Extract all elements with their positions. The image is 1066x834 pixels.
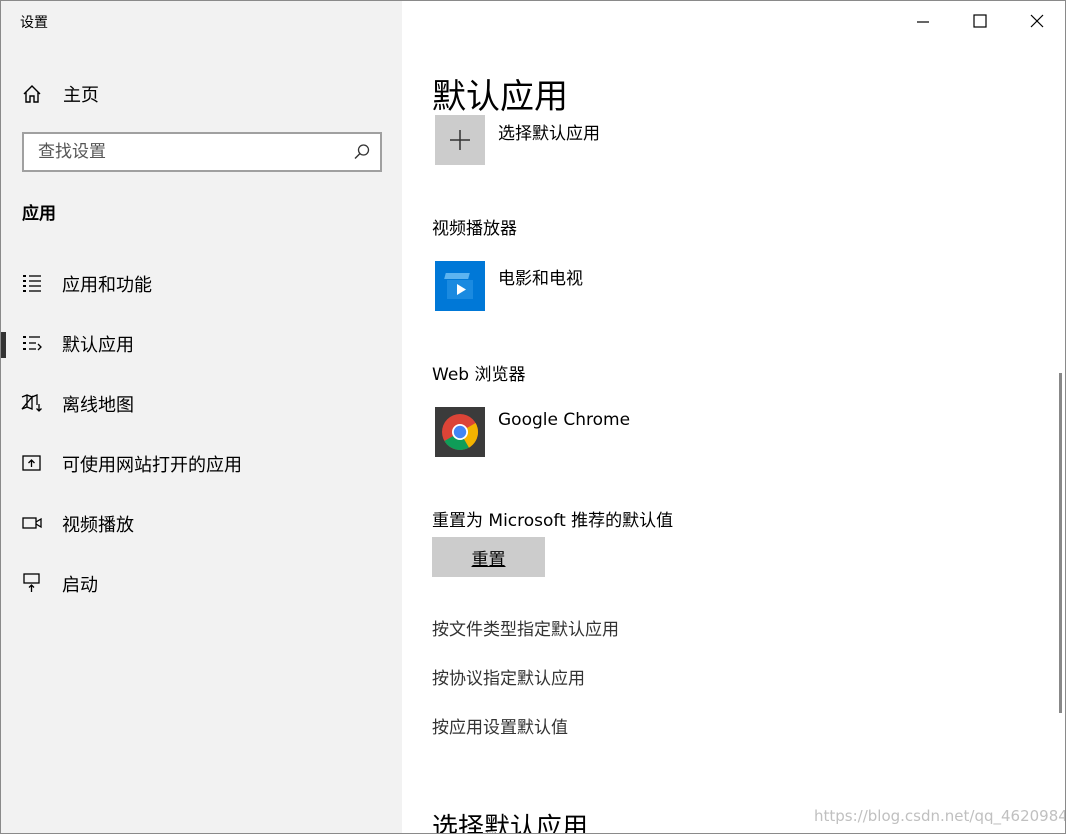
page-title: 默认应用 [432,77,568,117]
choose-default-tile[interactable] [435,115,485,165]
reset-button[interactable]: 重置 [432,537,545,577]
web-browser-app-name[interactable]: Google Chrome [498,410,630,430]
sidebar-item-video-playback[interactable]: 视频播放 [1,501,402,545]
sidebar-item-apps-for-websites[interactable]: 可使用网站打开的应用 [1,441,402,485]
link-by-app[interactable]: 按应用设置默认值 [432,713,568,738]
maximize-icon[interactable] [957,5,1003,37]
sidebar-item-apps-features[interactable]: 应用和功能 [1,261,402,305]
sidebar-item-label: 默认应用 [62,335,134,356]
video-player-heading: 视频播放器 [432,219,517,239]
home-label: 主页 [63,85,99,106]
apps-for-websites-icon [22,455,41,471]
link-by-protocol[interactable]: 按协议指定默认应用 [432,664,585,689]
sidebar-item-default-apps[interactable]: 默认应用 [1,321,402,365]
active-indicator [1,332,6,358]
default-apps-icon [23,336,42,351]
sidebar-item-label: 离线地图 [62,395,134,416]
link-by-file-type[interactable]: 按文件类型指定默认应用 [432,615,619,640]
movies-tv-tile[interactable] [435,261,485,311]
search-input[interactable] [38,141,338,163]
video-player-app-name[interactable]: 电影和电视 [498,264,583,289]
settings-window: 设置 主页 应用 应用和功能 [0,0,1066,834]
sidebar-item-label: 可使用网站打开的应用 [62,455,242,476]
sidebar-item-home[interactable]: 主页 [21,79,99,109]
search-box[interactable] [22,132,382,172]
chrome-tile[interactable] [435,407,485,457]
choose-default-label[interactable]: 选择默认应用 [498,119,600,144]
chrome-icon [442,414,478,451]
main-content: 默认应用 选择默认应用 视频播放器 电影和电视 Web 浏览器 Google C… [402,1,1066,834]
section-heading-apps: 应用 [22,204,56,224]
vertical-scrollbar[interactable] [1059,373,1062,713]
sidebar-item-label: 应用和功能 [62,275,152,296]
offline-maps-icon [21,394,42,412]
close-icon[interactable] [1014,5,1060,37]
movies-tv-icon [444,273,473,299]
sidebar-item-label: 视频播放 [62,515,134,536]
sidebar: 设置 主页 应用 应用和功能 [1,1,402,833]
startup-icon [23,573,40,592]
minimize-icon[interactable] [900,5,946,37]
bottom-section-heading: 选择默认应用 [432,813,589,834]
window-title: 设置 [20,15,48,31]
video-playback-icon [22,517,42,529]
plus-icon [450,130,470,150]
home-icon [23,85,41,103]
search-icon[interactable] [353,143,371,161]
reset-heading: 重置为 Microsoft 推荐的默认值 [432,511,674,531]
sidebar-item-startup[interactable]: 启动 [1,561,402,605]
sidebar-item-offline-maps[interactable]: 离线地图 [1,381,402,425]
watermark: https://blog.csdn.net/qq_46209845 [814,807,1066,825]
apps-features-icon [23,275,41,292]
sidebar-item-label: 启动 [62,575,98,596]
web-browser-heading: Web 浏览器 [432,365,526,385]
